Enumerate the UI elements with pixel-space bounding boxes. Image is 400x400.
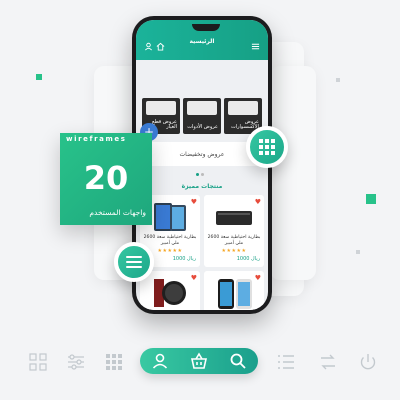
product-name: بطارية احتياطية سعة 2600 ملي أمبير [207,235,261,246]
smartwatch-image [154,279,186,307]
page-title: الرئيسية [189,38,215,45]
grid-dots-icon[interactable] [104,352,124,372]
grid-icon[interactable] [28,352,48,372]
search-icon[interactable] [229,352,247,370]
background-card-right-inner [270,66,316,280]
powerbank-image [216,211,252,225]
category-row: عروض قطع الغيار عروض الأدوات عروض الاكسس… [142,98,262,134]
power-icon[interactable] [358,352,378,372]
category-card[interactable]: عروض الأدوات [183,98,221,134]
carousel-dot[interactable] [201,173,204,176]
badge-number: 20 [83,159,129,197]
carousel-dots [196,173,204,176]
badge-word: wireframes [66,135,127,143]
category-image [228,101,258,115]
product-grid: ♥ بطارية احتياطية سعة 2600 ملي أمبير ★★★… [140,195,264,310]
product-card[interactable]: ♥ بطارية احتياطية سعة 2600 ملي أمبير ★★★… [204,195,264,267]
deco-square [356,250,360,254]
menu-icon[interactable] [251,36,260,50]
transfer-icon[interactable] [318,352,338,372]
wireframes-badge: wireframes 20 واجهات المستخدم [60,133,152,225]
phone-notch [192,24,220,31]
product-card[interactable]: ♥ [204,271,264,310]
promo-banner[interactable]: عروض وتخفيضات [142,142,262,166]
deco-square [36,74,42,80]
sliders-icon[interactable] [66,352,86,372]
user-icon[interactable] [151,352,169,370]
bottom-action-pill [140,348,258,374]
phone-mockup: الرئيسية عروض قطع الغيار عروض الأدوات عر… [132,16,272,314]
featured-label: منتجات مميزة [181,183,223,190]
grid-icon [259,139,275,155]
menu-fab[interactable] [114,242,154,282]
category-image [187,101,217,115]
basket-icon[interactable] [190,352,208,370]
category-label: عروض الأدوات [187,124,218,131]
tablet-image [154,203,186,231]
phone-screen: الرئيسية عروض قطع الغيار عروض الأدوات عر… [136,20,268,310]
deco-square [336,78,340,82]
badge-subtitle: واجهات المستخدم [89,208,146,217]
phone-product-image [218,279,252,309]
product-name: بطارية احتياطية سعة 2600 ملي أمبير [143,235,197,246]
grid-fab[interactable] [246,126,288,168]
product-rating: ★★★★★ [221,248,247,254]
list-icon[interactable] [276,352,296,372]
product-price: 1000 ريال [172,256,196,262]
category-image [146,101,176,115]
product-price: 1000 ريال [236,256,260,262]
menu-icon [126,256,142,268]
deco-square [366,194,376,204]
carousel-dot[interactable] [196,173,199,176]
product-card[interactable]: ♥ [140,271,200,310]
